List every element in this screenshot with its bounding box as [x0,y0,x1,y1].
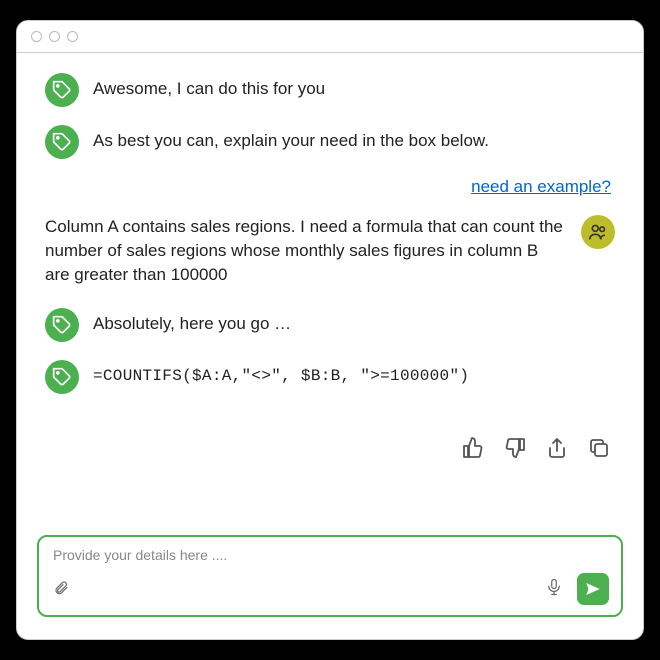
example-link[interactable]: need an example? [471,177,611,196]
send-button[interactable] [577,573,609,605]
bot-message: As best you can, explain your need in th… [45,125,615,159]
bot-avatar [45,73,79,107]
copy-button[interactable] [587,436,611,460]
input-left-icons [53,578,69,603]
message-text: Absolutely, here you go … [93,308,291,336]
bot-message: Awesome, I can do this for you [45,73,615,107]
tag-icon [52,80,72,100]
input-right-icons [545,573,609,605]
maximize-window-icon[interactable] [67,31,78,42]
send-icon [584,580,602,598]
message-text: Awesome, I can do this for you [93,73,325,101]
chat-window: Awesome, I can do this for you As best y… [16,20,644,640]
user-message: Column A contains sales regions. I need … [45,215,615,286]
bot-message: Absolutely, here you go … [45,308,615,342]
thumbs-up-button[interactable] [461,436,485,460]
bot-avatar [45,308,79,342]
message-text: As best you can, explain your need in th… [93,125,489,153]
tag-icon [52,367,72,387]
message-text: Column A contains sales regions. I need … [45,215,567,286]
bot-message: =COUNTIFS($A:A,"<>", $B:B, ">=100000") [45,360,615,394]
bot-avatar [45,360,79,394]
tag-icon [52,315,72,335]
input-placeholder: Provide your details here .... [53,547,227,563]
minimize-window-icon[interactable] [49,31,60,42]
formula-text: =COUNTIFS($A:A,"<>", $B:B, ">=100000") [93,360,469,388]
people-icon [587,221,609,243]
share-button[interactable] [545,436,569,460]
title-bar [17,21,643,53]
input-bar[interactable]: Provide your details here .... [37,535,623,617]
thumbs-down-button[interactable] [503,436,527,460]
close-window-icon[interactable] [31,31,42,42]
user-avatar [581,215,615,249]
tag-icon [52,132,72,152]
attachment-button[interactable] [53,578,69,603]
chat-body: Awesome, I can do this for you As best y… [17,53,643,525]
microphone-button[interactable] [545,576,563,603]
example-link-row: need an example? [45,177,615,197]
message-actions [45,436,615,460]
bot-avatar [45,125,79,159]
